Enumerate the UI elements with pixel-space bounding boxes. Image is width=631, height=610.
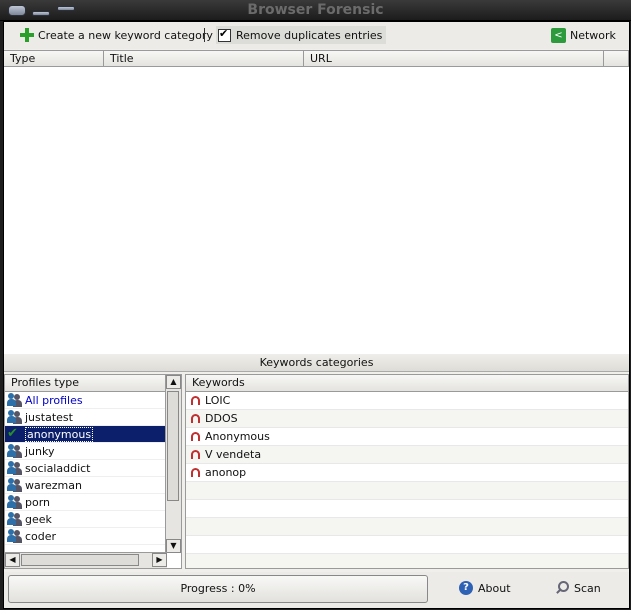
keyword-item-label: anonop <box>205 466 247 479</box>
profiles-list[interactable]: Profiles type All profiles justatest ✔ anon… <box>4 374 182 569</box>
progress-label: Progress : 0% <box>180 582 256 595</box>
keyword-empty-row <box>186 518 628 536</box>
progress-bar: Progress : 0% <box>8 575 428 603</box>
horizontal-scroll-thumb[interactable] <box>21 554 139 566</box>
column-header-type[interactable]: Type <box>4 51 104 67</box>
about-button[interactable]: ? About <box>459 581 511 595</box>
help-icon: ? <box>459 581 473 595</box>
keyword-item[interactable]: V vendeta <box>186 446 628 464</box>
profile-item[interactable]: warezman <box>5 477 165 494</box>
keyword-empty-row <box>186 536 628 554</box>
users-icon <box>7 478 23 492</box>
magnet-icon <box>191 414 200 423</box>
keyword-item-label: DDOS <box>205 412 238 425</box>
scan-button[interactable]: Scan <box>555 581 601 595</box>
share-icon: < <box>551 27 566 43</box>
profile-item[interactable]: geek <box>5 511 165 528</box>
keyword-item-label: LOIC <box>205 394 231 407</box>
magnet-icon <box>191 396 200 405</box>
scroll-down-arrow-icon[interactable]: ▼ <box>166 539 181 553</box>
keyword-item[interactable]: anonop <box>186 464 628 482</box>
profile-item[interactable]: socialaddict <box>5 460 165 477</box>
profile-item[interactable]: justatest <box>5 409 165 426</box>
column-header-title[interactable]: Title <box>104 51 304 67</box>
results-table[interactable]: Type Title URL <box>4 50 629 355</box>
magnet-icon <box>191 468 200 477</box>
users-icon <box>7 461 23 475</box>
scroll-right-arrow-icon[interactable]: ▶ <box>152 553 167 567</box>
profile-item-label: porn <box>25 495 51 509</box>
users-icon <box>7 444 23 458</box>
keyword-item[interactable]: Anonymous <box>186 428 628 446</box>
profiles-header[interactable]: Profiles type <box>5 375 181 392</box>
keyword-empty-row <box>186 482 628 500</box>
magnet-icon <box>191 450 200 459</box>
keyword-item-label: V vendeta <box>205 448 262 461</box>
remove-duplicates-checkbox[interactable] <box>218 27 231 42</box>
keyword-item-label: Anonymous <box>205 430 270 443</box>
profile-item-label: warezman <box>25 478 82 492</box>
profile-item[interactable]: ✔ anonymous <box>5 426 165 443</box>
toolbar-separator <box>204 28 205 42</box>
users-icon <box>7 495 23 509</box>
network-button[interactable]: < Network <box>551 26 616 44</box>
users-icon <box>7 410 23 424</box>
network-label: Network <box>570 28 616 42</box>
profile-item-label: justatest <box>25 410 73 424</box>
profile-item-label: junky <box>25 444 55 458</box>
create-keyword-category-button[interactable]: Create a new keyword category <box>20 26 213 44</box>
scroll-left-arrow-icon[interactable]: ◀ <box>5 553 20 567</box>
profile-item-label: geek <box>25 512 52 526</box>
profile-item-label: socialaddict <box>25 461 91 475</box>
status-bar: Progress : 0% ? About Scan <box>4 572 629 608</box>
search-icon <box>555 581 569 595</box>
profile-item[interactable]: porn <box>5 494 165 511</box>
create-keyword-category-label: Create a new keyword category <box>38 28 213 42</box>
users-icon <box>7 529 23 543</box>
users-icon <box>7 512 23 526</box>
toolbar: Create a new keyword category Remove dup… <box>4 22 629 49</box>
remove-duplicates-toggle[interactable]: Remove duplicates entries <box>216 26 386 44</box>
keywords-header[interactable]: Keywords <box>186 375 628 392</box>
profile-item-label: All profiles <box>25 393 83 407</box>
profile-item[interactable]: junky <box>5 443 165 460</box>
keyword-empty-row <box>186 554 628 568</box>
users-icon <box>7 393 23 407</box>
title-bar: Browser Forensic <box>0 0 631 21</box>
keyword-empty-row <box>186 500 628 518</box>
profile-item-label: anonymous <box>25 426 94 442</box>
keyword-item[interactable]: LOIC <box>186 392 628 410</box>
keywords-categories-label: Keywords categories <box>4 354 629 372</box>
column-header-filler <box>604 51 629 67</box>
plus-icon <box>20 28 34 42</box>
profile-item[interactable]: All profiles <box>5 392 165 409</box>
about-label: About <box>478 581 511 595</box>
check-icon: ✔ <box>7 426 18 441</box>
magnet-icon <box>191 432 200 441</box>
profile-item-label: coder <box>25 529 57 543</box>
main-window: Create a new keyword category Remove dup… <box>3 21 630 609</box>
scroll-thumb[interactable] <box>167 391 179 501</box>
scan-label: Scan <box>574 581 601 595</box>
column-header-url[interactable]: URL <box>304 51 604 67</box>
remove-duplicates-label: Remove duplicates entries <box>236 28 383 42</box>
profile-item[interactable]: coder <box>5 528 165 545</box>
window-title: Browser Forensic <box>247 2 384 18</box>
profiles-horizontal-scrollbar[interactable]: ◀ ▶ <box>5 552 167 568</box>
keywords-list[interactable]: Keywords LOIC DDOS Anonymous V vendeta anono… <box>185 374 629 569</box>
keyword-item[interactable]: DDOS <box>186 410 628 428</box>
scroll-up-arrow-icon[interactable]: ▲ <box>166 375 181 389</box>
profiles-vertical-scrollbar[interactable]: ▲ ▼ <box>165 375 181 553</box>
